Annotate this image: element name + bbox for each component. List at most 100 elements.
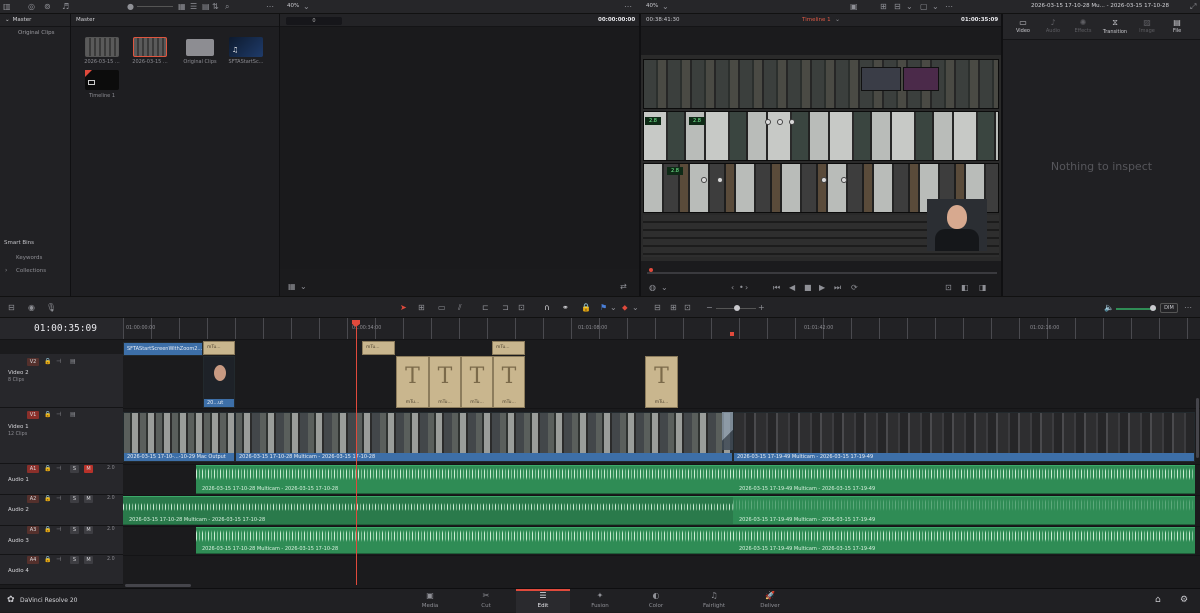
chevron-down-icon[interactable]: ⌄: [300, 282, 307, 292]
solo-button[interactable]: S: [70, 495, 79, 503]
insert-clip-icon[interactable]: ⊏: [482, 303, 489, 313]
first-frame-icon[interactable]: ⏮: [773, 283, 780, 293]
track-visibility-icon[interactable]: ▤: [70, 410, 76, 420]
audio-clip[interactable]: 2026-03-15 17-19-49 Multicam - 2026-03-1…: [733, 527, 1195, 554]
bin-item-original-clips[interactable]: Original Clips: [18, 30, 55, 36]
chevron-down-icon[interactable]: ⌄: [835, 15, 840, 25]
zoom-in-icon[interactable]: +: [758, 303, 765, 313]
track-id-a2[interactable]: A2: [27, 495, 39, 503]
viewer-toggle-icon[interactable]: ◉: [28, 303, 35, 313]
chevron-down-icon[interactable]: ⌄: [610, 303, 617, 313]
title-clip[interactable]: TmTu...: [461, 356, 493, 408]
jog-left-icon[interactable]: ‹: [731, 283, 734, 293]
trim-tool-icon[interactable]: ⊞: [418, 303, 425, 313]
grid-overlay-icon[interactable]: ▦: [288, 282, 296, 292]
snapping-icon[interactable]: ∩: [544, 303, 550, 313]
volume-slider-handle[interactable]: [1150, 305, 1156, 311]
play-icon[interactable]: ▶: [819, 283, 825, 293]
chevron-down-icon[interactable]: ⌄: [662, 2, 669, 12]
track-id-a4[interactable]: A4: [27, 556, 39, 564]
title-clip[interactable]: TmTu...: [493, 356, 525, 408]
more-options-icon[interactable]: ⋯: [1184, 303, 1192, 313]
clip-thumbnail[interactable]: [85, 37, 119, 57]
reverse-play-icon[interactable]: ◀: [789, 283, 795, 293]
replace-clip-icon[interactable]: ⊡: [518, 303, 525, 313]
page-cut[interactable]: ✂ Cut: [461, 589, 511, 613]
loop-icon[interactable]: ⇄: [620, 282, 627, 292]
mute-button[interactable]: M: [84, 465, 93, 473]
source-zoom-level[interactable]: 40%: [287, 3, 299, 9]
timeline-vertical-scrollbar[interactable]: [1196, 398, 1199, 458]
chevron-down-icon[interactable]: ⌄: [932, 2, 939, 12]
timeline-view-options-icon[interactable]: ⊟: [8, 303, 15, 313]
link-icon[interactable]: ⚭: [562, 303, 569, 313]
title-clip[interactable]: TmTu...: [396, 356, 429, 408]
playhead-line[interactable]: [355, 327, 357, 585]
flag-icon[interactable]: ⚑: [600, 303, 607, 313]
dim-button[interactable]: DIM: [1160, 303, 1178, 313]
lock-icon[interactable]: 🔒: [44, 410, 51, 420]
fusion-clip[interactable]: mTu...: [362, 341, 395, 355]
audio-icon[interactable]: ♬: [62, 2, 69, 12]
chevron-down-icon[interactable]: ⌄: [632, 303, 639, 313]
viewer-mode-icon[interactable]: ⊟: [894, 2, 901, 12]
next-edit-icon[interactable]: ◨: [979, 283, 987, 293]
page-fairlight[interactable]: ♫ Fairlight: [689, 589, 739, 613]
settings-gear-icon[interactable]: ⚙: [1180, 595, 1188, 605]
overwrite-clip-icon[interactable]: ⊐: [502, 303, 509, 313]
viewer-scrub-bar[interactable]: [647, 272, 997, 274]
dual-viewer-icon[interactable]: ▣: [850, 2, 858, 12]
zoom-detail-icon[interactable]: ⊞: [670, 303, 677, 313]
blade-tool-icon[interactable]: ⫽: [458, 303, 462, 313]
select-tool-icon[interactable]: ➤: [400, 303, 407, 313]
page-deliver[interactable]: 🚀 Deliver: [745, 589, 795, 613]
tab-video[interactable]: ▭ Video: [1011, 18, 1035, 34]
solo-button[interactable]: S: [70, 526, 79, 534]
prev-edit-icon[interactable]: ◧: [961, 283, 969, 293]
auto-select-icon[interactable]: ⊣: [56, 555, 61, 565]
smart-bin-keywords[interactable]: Keywords: [16, 255, 42, 261]
ruler-marker[interactable]: [730, 332, 734, 336]
clip-thumbnail-selected[interactable]: [133, 37, 167, 57]
track-id-a3[interactable]: A3: [27, 526, 39, 534]
zoom-custom-icon[interactable]: ⊡: [684, 303, 691, 313]
folder-icon[interactable]: [186, 39, 214, 56]
bin-tree-header[interactable]: ⌄ Master: [0, 14, 70, 27]
audio-clip[interactable]: 2026-03-15 17-19-49 Multicam - 2026-03-1…: [733, 465, 1195, 494]
auto-select-icon[interactable]: ⊣: [56, 525, 61, 535]
v1-clip[interactable]: 2026-03-15 17-10-...-10-29 Mac Output: [123, 412, 235, 462]
grid-view-icon[interactable]: ▦: [178, 2, 186, 12]
page-media[interactable]: ▣ Media: [405, 589, 455, 613]
zoom-out-icon[interactable]: −: [706, 303, 713, 313]
track-id-v1[interactable]: V1: [27, 411, 39, 419]
stop-icon[interactable]: ■: [804, 283, 812, 293]
audio-clip[interactable]: 2026-03-15 17-10-28 Multicam - 2026-03-1…: [123, 496, 733, 525]
audio-clip[interactable]: 2026-03-15 17-10-28 Multicam - 2026-03-1…: [196, 465, 733, 494]
mic-icon[interactable]: 🎙: [46, 303, 56, 313]
chevron-down-icon[interactable]: ⌄: [661, 283, 668, 293]
viewer-layout-icon[interactable]: ⊞: [880, 2, 887, 12]
mute-button[interactable]: M: [84, 556, 93, 564]
tab-audio[interactable]: ♪ Audio: [1041, 18, 1065, 34]
title-clip[interactable]: TmTu...: [429, 356, 461, 408]
chevron-down-icon[interactable]: ⌄: [303, 2, 310, 12]
volume-icon[interactable]: 🔈: [1104, 303, 1114, 313]
thumbnail-size-slider[interactable]: [137, 6, 173, 7]
output-icon[interactable]: ▢: [920, 2, 928, 12]
solo-button[interactable]: S: [70, 465, 79, 473]
zoom-full-icon[interactable]: ⊟: [654, 303, 661, 313]
lock-icon[interactable]: 🔒: [581, 303, 591, 313]
fusion-clip[interactable]: mTu...: [203, 341, 235, 355]
search-icon[interactable]: ⌕: [225, 2, 229, 12]
dynamic-trim-icon[interactable]: ▭: [438, 303, 446, 313]
marker-icon[interactable]: ⬥: [622, 303, 628, 313]
v2-webcam-clip[interactable]: 20...ut: [203, 356, 235, 408]
auto-select-icon[interactable]: ⊣: [56, 464, 61, 474]
auto-select-icon[interactable]: ⊣: [56, 357, 61, 367]
tab-transition[interactable]: ⧖ Transition: [1101, 18, 1129, 35]
timeline-horizontal-scrollbar[interactable]: [125, 584, 191, 587]
panel-layout-icon[interactable]: ▥: [3, 2, 11, 12]
jog-dot-icon[interactable]: •: [739, 283, 744, 293]
v1-clip[interactable]: 2026-03-15 17-10-28 Multicam - 2026-03-1…: [235, 412, 733, 462]
page-edit[interactable]: ☰ Edit: [516, 589, 570, 613]
